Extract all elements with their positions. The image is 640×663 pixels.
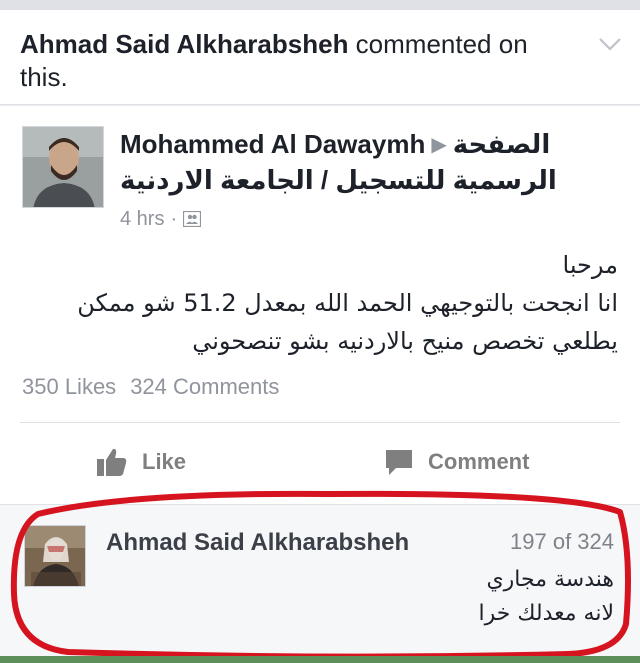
action-bar: Like Comment <box>0 436 640 488</box>
comment-position: 197 of 324 <box>510 529 614 554</box>
story-header: Ahmad Said Alkharabsheh commented on thi… <box>0 10 640 105</box>
post-author-line: Mohammed Al Dawaymh ▶ الصفحة <box>120 126 620 163</box>
commenter-name[interactable]: Ahmad Said Alkharabsheh <box>106 529 409 557</box>
post-body-line: يطلعي تخصص منيح بالاردنيه بشو تنصحوني <box>192 327 618 355</box>
post-meta: 4 hrs · <box>120 206 202 232</box>
chevron-down-icon[interactable] <box>598 36 622 52</box>
divider <box>20 422 620 423</box>
commenter-avatar[interactable] <box>24 525 86 587</box>
thumbs-up-icon <box>97 448 127 476</box>
post-card: Mohammed Al Dawaymh ▶ الصفحة الرسمية للتسج… <box>0 106 640 504</box>
like-button[interactable]: Like <box>96 444 186 480</box>
story-actor-name[interactable]: Ahmad Said Alkharabsheh <box>20 29 348 59</box>
arrow-right-icon: ▶ <box>431 134 447 156</box>
comments-count[interactable]: 324 Comments <box>130 374 279 399</box>
comment-body-line: لانه معدلك خرا <box>478 601 615 626</box>
comment-body: هندسة مجاري لانه معدلك خرا <box>114 563 615 631</box>
top-strip <box>0 0 640 10</box>
story-text: Ahmad Said Alkharabsheh commented on thi… <box>20 28 580 94</box>
post-body-line: مرحبا <box>562 251 619 279</box>
post-author-name[interactable]: Mohammed Al Dawaymh <box>120 129 425 159</box>
comment-body-line: هندسة مجاري <box>486 567 614 592</box>
post-body: مرحبا انا انجحت بالتوجيهي الحمد الله بمع… <box>18 246 618 360</box>
like-label: Like <box>142 449 187 474</box>
comment-label: Comment <box>428 449 530 474</box>
post-page-name-part1[interactable]: الصفحة <box>453 129 551 159</box>
post-stats: 350 Likes 324 Comments <box>22 374 293 400</box>
likes-count[interactable]: 350 Likes <box>22 374 116 399</box>
comment-item: Ahmad Said Alkharabsheh 197 of 324 هندسة… <box>0 504 640 663</box>
meta-separator: · <box>170 207 178 230</box>
post-page-name-part2[interactable]: الرسمية للتسجيل / الجامعة الاردنية <box>120 162 620 198</box>
comment-button[interactable]: Comment <box>384 444 529 480</box>
author-avatar[interactable] <box>22 126 104 208</box>
comment-bubble-icon <box>386 450 412 475</box>
audience-friends-icon <box>183 211 202 227</box>
bottom-strip <box>0 656 640 663</box>
post-body-line: انا انجحت بالتوجيهي الحمد الله بمعدل 51.… <box>77 289 618 317</box>
post-timestamp[interactable]: 4 hrs <box>120 208 164 231</box>
